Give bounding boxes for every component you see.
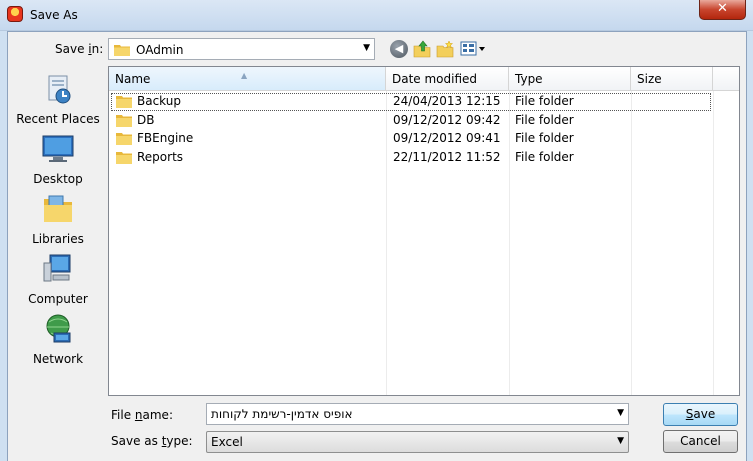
folder-icon (116, 151, 132, 164)
up-folder-icon[interactable] (413, 40, 431, 58)
view-menu-icon[interactable] (460, 40, 486, 58)
places-bar: Recent Places Desktop Libraries Computer… (8, 66, 108, 461)
cancel-button[interactable]: Cancel (663, 430, 738, 453)
table-row[interactable]: Backup 24/04/2013 12:15 File folder (111, 93, 711, 111)
place-label: Recent Places (16, 112, 100, 126)
place-label: Computer (28, 292, 88, 306)
save-in-label: Save in: (55, 42, 104, 56)
place-label: Libraries (32, 232, 84, 246)
sort-ascending-icon: ▲ (241, 71, 248, 80)
cell-type: File folder (515, 131, 574, 145)
network-icon (46, 314, 71, 343)
folder-icon (116, 114, 132, 127)
folder-icon (116, 133, 132, 145)
column-divider (713, 91, 714, 395)
folder-icon (116, 96, 132, 108)
title-bar[interactable]: Save As (0, 0, 753, 31)
column-header-type[interactable]: Type (509, 67, 631, 91)
save-as-dialog: Save As ✕ Save in: OAdmin ▼ ◀ Recent Pla… (0, 0, 753, 461)
cell-date: 22/11/2012 11:52 (393, 149, 501, 164)
save-type-dropdown[interactable]: Excel ▼ (206, 431, 629, 453)
desktop-icon (42, 135, 74, 162)
table-row[interactable]: DB 09/12/2012 09:42 File folder (111, 112, 711, 130)
cell-name: Backup (137, 94, 181, 108)
column-header-date[interactable]: Date modified (386, 67, 509, 91)
save-type-label: Save as type: (111, 434, 193, 448)
table-row[interactable]: FBEngine 09/12/2012 09:41 File folder (111, 130, 711, 148)
window-title: Save As (30, 8, 78, 22)
chevron-down-icon[interactable]: ▼ (617, 436, 624, 446)
cell-name: Reports (137, 149, 184, 164)
save-in-dropdown[interactable]: OAdmin ▼ (108, 38, 375, 60)
place-label: Network (32, 352, 84, 366)
cell-name: DB (137, 112, 155, 127)
cell-type: File folder (515, 112, 574, 127)
computer-icon (43, 254, 71, 282)
chevron-down-icon[interactable]: ▼ (363, 43, 370, 53)
recent-places-icon (48, 75, 71, 104)
cell-date: 24/04/2013 12:15 (393, 94, 501, 108)
column-header-size[interactable]: Size (631, 67, 713, 91)
file-name-label: File name: (111, 408, 173, 422)
cell-date: 09/12/2012 09:41 (393, 131, 501, 145)
cell-date: 09/12/2012 09:42 (393, 112, 501, 127)
place-label: Desktop (33, 172, 83, 186)
file-list[interactable]: ▲ Name Date modified Type Size Backup 24/… (108, 66, 740, 396)
cell-type: File folder (515, 94, 574, 108)
folder-icon (114, 45, 130, 56)
chevron-down-icon[interactable]: ▼ (617, 408, 624, 418)
close-button[interactable]: ✕ (699, 0, 746, 20)
save-type-value: Excel (211, 435, 243, 449)
save-button[interactable]: Save (663, 403, 738, 426)
app-icon (7, 6, 23, 22)
save-in-value: OAdmin (136, 43, 184, 57)
back-icon[interactable]: ◀ (390, 40, 408, 58)
cell-name: FBEngine (137, 131, 194, 145)
file-name-field[interactable]: אופיס אדמין-רשימת לקוחות ▼ (206, 403, 629, 425)
libraries-icon (44, 195, 72, 222)
new-folder-icon[interactable] (436, 40, 454, 58)
column-header-filler (713, 67, 739, 91)
cell-type: File folder (515, 149, 574, 164)
table-row[interactable]: Reports 22/11/2012 11:52 File folder (111, 149, 711, 167)
column-header-name[interactable]: ▲ Name (109, 67, 386, 91)
file-name-value: אופיס אדמין-רשימת לקוחות (211, 407, 353, 421)
